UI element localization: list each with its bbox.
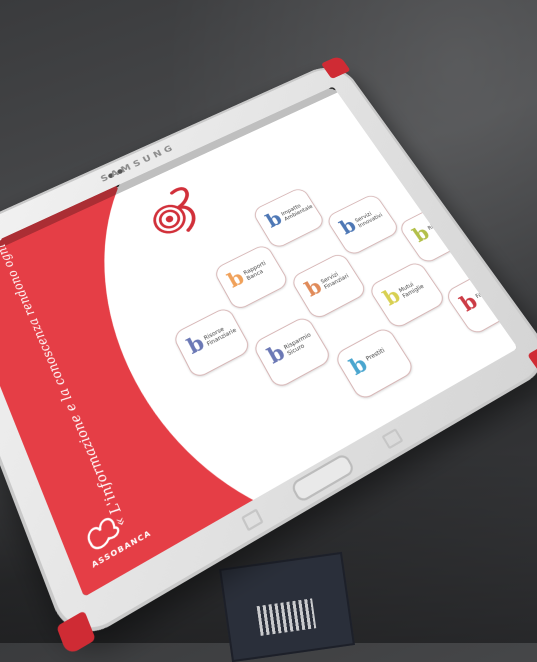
menu-tile-label: Risparmio	[427, 213, 457, 232]
menu-tile-label: Servizi Innovativi	[354, 206, 387, 230]
menu-tile[interactable]: b Servizi Innovativi	[325, 192, 402, 257]
tablet-case-corner	[527, 343, 537, 377]
menu-tile-label: Risorse Finanziarie	[203, 321, 239, 348]
menu-tile[interactable]: b Risparmio Sicuro	[251, 315, 333, 390]
menu-tile-label: Prestiti	[365, 341, 398, 363]
menu-tile-label: Impatto Ambientale	[280, 199, 313, 222]
menu-tile-label: Rapporti Banca	[243, 257, 278, 282]
menu-tile[interactable]: b Prestiti	[333, 326, 416, 402]
menu-tile-label: Mutui Famiglie	[398, 274, 433, 300]
back-key[interactable]	[381, 428, 403, 449]
menu-tile-label: Servizi Finanziari	[320, 265, 355, 290]
menu-tile[interactable]: b Mutui Famiglie	[367, 260, 447, 330]
menu-tile-label: Risparmio Sicuro	[283, 330, 319, 357]
recent-apps-key[interactable]	[241, 508, 264, 531]
paper-on-desk	[219, 552, 355, 662]
menu-tile-label: Faq	[474, 280, 505, 300]
menu-tile[interactable]: b Rapporti Banca	[212, 243, 290, 312]
tablet-case-corner	[56, 610, 96, 656]
menu-tile[interactable]: b Servizi Finanziari	[289, 251, 368, 321]
